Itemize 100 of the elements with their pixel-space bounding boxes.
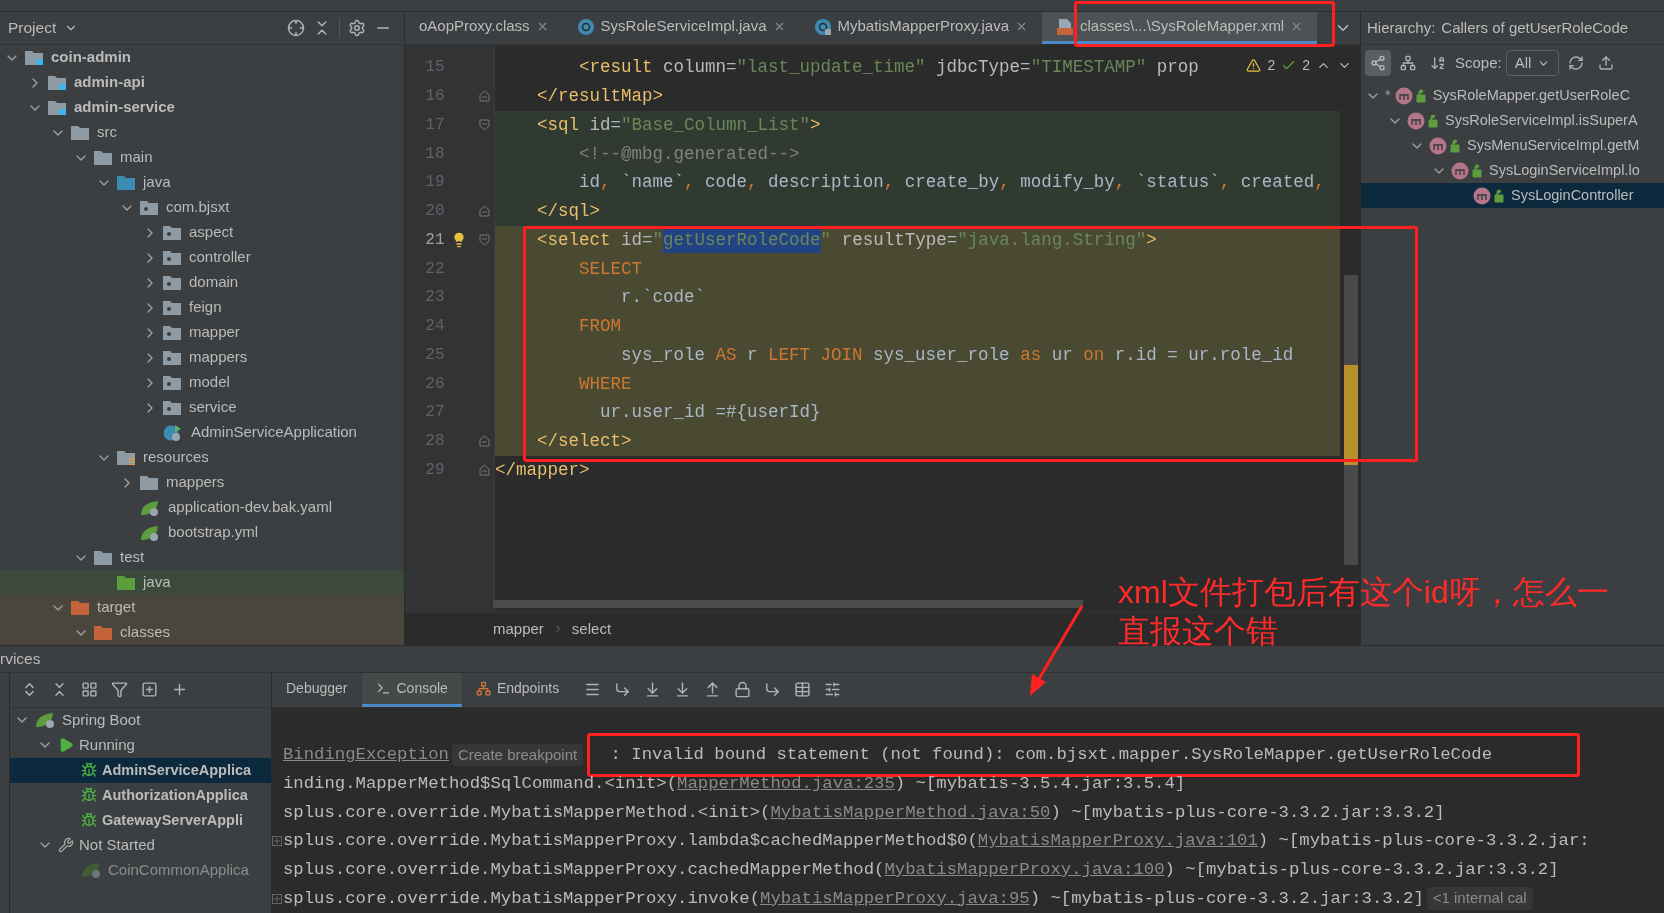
console-text: splus.core.override.MybatisMapperProxy.lambda$cachedMapperMethod$0(: [283, 830, 978, 853]
tree-item[interactable]: Not Started: [10, 832, 271, 858]
console-text: ) ~[mybatis-plus-core-3.3.2.jar:3.3.2]: [1029, 887, 1424, 910]
tree-item[interactable]: SysRoleServiceImpl.isSuperA: [1361, 108, 1664, 133]
tree-item[interactable]: admin-api: [0, 70, 404, 95]
tree-item[interactable]: main: [0, 145, 404, 170]
editor-tab[interactable]: SysRoleServiceImpl.java: [562, 12, 800, 44]
tree-item[interactable]: java: [0, 570, 404, 595]
tree-item[interactable]: admin-service: [0, 95, 404, 120]
tree-item[interactable]: target: [0, 595, 404, 620]
folder-icon: [48, 100, 66, 115]
tree-item[interactable]: AdminServiceApplication: [0, 420, 404, 445]
tree-item[interactable]: controller: [0, 245, 404, 270]
expand-icon[interactable]: [272, 893, 282, 904]
folder-icon: [140, 200, 158, 215]
warning-count[interactable]: 2: [1267, 55, 1276, 76]
tree-item[interactable]: model: [0, 370, 404, 395]
tree-item[interactable]: service: [0, 395, 404, 420]
bug-icon: [81, 787, 97, 804]
code-line: </resultMap>: [536, 85, 664, 108]
folder-icon: [163, 250, 181, 265]
tree-item[interactable]: SysMenuServiceImpl.getM: [1361, 133, 1664, 158]
tree-item[interactable]: mappers: [0, 345, 404, 370]
fold-icon[interactable]: [478, 435, 490, 448]
folder-icon: [94, 550, 112, 565]
tree-item[interactable]: bootstrap.yml: [0, 520, 404, 545]
folder-icon: [163, 325, 181, 340]
tree-item[interactable]: AdminServiceApplica: [10, 757, 271, 783]
tree-item[interactable]: resources: [0, 445, 404, 470]
folder-icon: [71, 600, 89, 615]
debug-tab[interactable]: Debugger: [272, 672, 362, 707]
inline-hint[interactable]: <1 internal cal: [1426, 887, 1533, 910]
tree-item[interactable]: domain: [0, 270, 404, 295]
console-text: splus.core.override.MybatisMapperMethod.<init>(: [283, 801, 771, 824]
debug-tab[interactable]: Console: [361, 672, 462, 707]
folder-icon: [117, 575, 135, 590]
editor-tab[interactable]: MybatisMapperProxy.java: [799, 12, 1042, 44]
scrollbar[interactable]: [1344, 275, 1358, 565]
tree-item[interactable]: coin-admin: [0, 45, 404, 70]
weak-warning-count[interactable]: 2: [1302, 55, 1310, 76]
tree-item[interactable]: classes: [0, 620, 404, 645]
panel-label: Hierarchy:: [1367, 17, 1436, 38]
console-link[interactable]: MybatisMapperProxy.java:100: [884, 857, 1165, 883]
console-link[interactable]: MybatisMapperProxy.java:101: [977, 828, 1258, 855]
tree-item[interactable]: CoinCommonApplica: [10, 857, 271, 883]
tree-item[interactable]: test: [0, 545, 404, 570]
fold-icon[interactable]: [478, 233, 490, 246]
code-line: </mapper>: [495, 458, 590, 482]
caller-hierarchy-button[interactable]: [1365, 50, 1391, 76]
console-link[interactable]: BindingException: [283, 742, 449, 769]
folder-icon: [94, 150, 112, 165]
folder-icon: [163, 350, 181, 365]
console-text: ) ~[mybatis-3.5.4.jar:3.5.4]: [894, 772, 1186, 795]
endpoints-icon: [475, 680, 491, 696]
editor-tab[interactable]: classes\...\SysRoleMapper.xml: [1041, 12, 1318, 44]
fold-icon[interactable]: [478, 118, 490, 131]
expand-icon[interactable]: [272, 836, 282, 847]
fold-icon[interactable]: [478, 90, 490, 103]
tree-item[interactable]: java: [0, 170, 404, 195]
tree-item[interactable]: SysLoginServiceImpl.lo: [1361, 158, 1664, 183]
method-icon: [1407, 111, 1441, 130]
debug-tab[interactable]: Endpoints: [461, 672, 574, 707]
scope-label: Scope:: [1455, 52, 1502, 73]
folder-icon: [117, 175, 135, 190]
method-icon: [1429, 136, 1463, 155]
tree-item[interactable]: mapper: [0, 320, 404, 345]
editor-tab[interactable]: oAopProxy.class: [405, 12, 563, 44]
console-link[interactable]: MybatisMapperProxy.java:95: [760, 885, 1030, 912]
scope-dropdown[interactable]: All: [1505, 50, 1560, 76]
tree-item[interactable]: GatewayServerAppli: [10, 807, 271, 833]
horizontal-scrollbar[interactable]: [493, 600, 1083, 608]
fold-icon[interactable]: [478, 205, 490, 218]
breadcrumb[interactable]: mapper: [493, 617, 544, 641]
tree-item[interactable]: feign: [0, 295, 404, 320]
tree-item[interactable]: aspect: [0, 220, 404, 245]
tree-item[interactable]: com.bjsxt: [0, 195, 404, 220]
inline-hint[interactable]: Create breakpoint: [451, 743, 584, 767]
fold-icon[interactable]: [478, 463, 490, 476]
breadcrumb[interactable]: select: [571, 617, 612, 641]
tree-item[interactable]: SysLoginController: [1361, 183, 1664, 208]
warning-icon: [1246, 58, 1262, 73]
console-icon: [375, 680, 391, 696]
folder-icon: [163, 225, 181, 240]
annotation-text: xml文件打包后有这个id呀，怎么一直报这个错: [1118, 573, 1610, 651]
play-icon: [58, 737, 74, 754]
tree-item[interactable]: AuthorizationApplica: [10, 782, 271, 808]
project-view-dropdown[interactable]: Project: [8, 16, 79, 40]
tree-item[interactable]: Spring Boot: [10, 707, 271, 733]
console-text: : Invalid bound statement (not found): com.bjsxt.mapper.SysRoleMapper.getUserRoleCode: [609, 744, 1493, 767]
tree-item[interactable]: mappers: [0, 470, 404, 495]
console-text: ) ~[mybatis-plus-core-3.3.2.jar:3.3.2]: [1164, 859, 1559, 881]
console-link[interactable]: MapperMethod.java:235: [677, 770, 895, 797]
panel-title: rvices: [0, 649, 41, 670]
console-link[interactable]: MybatisMapperMethod.java:50: [770, 799, 1051, 826]
folder-icon: [163, 275, 181, 290]
bug-icon: [81, 812, 97, 829]
tree-item[interactable]: src: [0, 120, 404, 145]
tree-item[interactable]: application-dev.bak.yaml: [0, 495, 404, 520]
tree-item[interactable]: Running: [10, 732, 271, 758]
tree-item[interactable]: * SysRoleMapper.getUserRoleC: [1361, 83, 1664, 108]
